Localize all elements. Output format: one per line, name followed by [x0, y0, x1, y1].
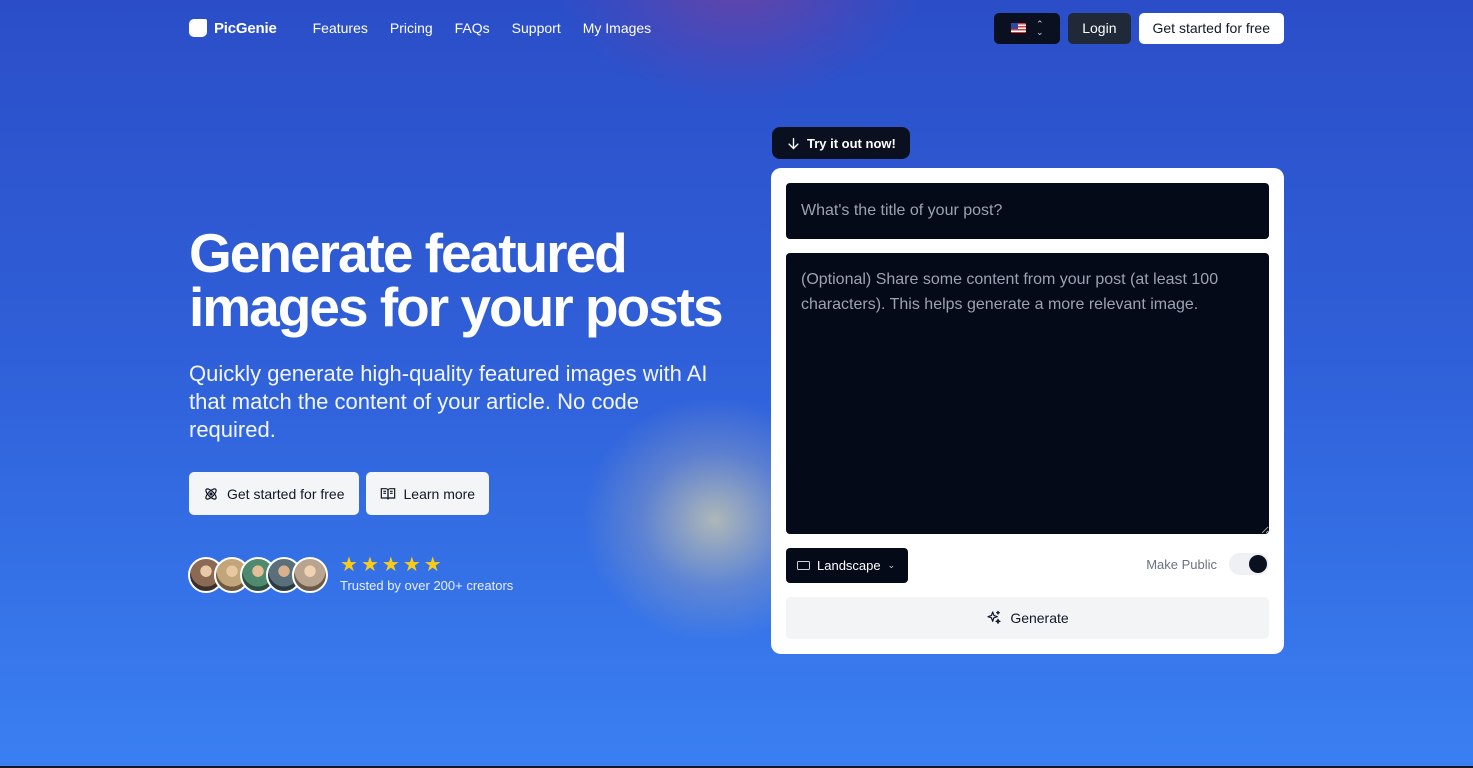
hero-title: Generate featured images for your posts: [189, 222, 724, 338]
chevron-up-down-icon: ⌃ ⌄: [1035, 19, 1044, 37]
make-public-toggle[interactable]: [1229, 553, 1269, 575]
nav-link-faqs[interactable]: FAQs: [455, 20, 490, 36]
logo-icon: [189, 19, 207, 37]
sparkles-icon: [987, 610, 1001, 624]
orientation-select[interactable]: Landscape ⌄: [786, 548, 908, 583]
us-flag-icon: [1010, 23, 1026, 33]
nav-links: Features Pricing FAQs Support My Images: [313, 20, 652, 36]
post-content-textarea[interactable]: [786, 253, 1269, 534]
nav-link-pricing[interactable]: Pricing: [390, 20, 433, 36]
hero-subtitle: Quickly generate high-quality featured i…: [189, 361, 708, 442]
star-icon: ★: [423, 554, 442, 576]
generate-button[interactable]: Generate: [786, 597, 1269, 639]
trusted-text: Trusted by over 200+ creators: [340, 578, 514, 593]
get-started-nav-button[interactable]: Get started for free: [1138, 12, 1284, 44]
try-it-label: Try it out now!: [807, 135, 896, 151]
learn-more-label: Learn more: [403, 485, 476, 502]
star-rating: ★ ★ ★ ★ ★: [340, 554, 513, 576]
landscape-icon: [797, 561, 810, 570]
arrow-down-icon: [788, 137, 799, 149]
get-started-button[interactable]: Get started for free: [189, 472, 359, 515]
try-it-pill: Try it out now!: [772, 127, 910, 159]
star-icon: ★: [360, 554, 379, 576]
login-button[interactable]: Login: [1068, 12, 1131, 44]
orientation-label: Landscape: [817, 558, 881, 573]
star-icon: ★: [381, 554, 400, 576]
make-public-label: Make Public: [1146, 556, 1217, 572]
rating: ★ ★ ★ ★ ★ Trusted by over 200+ creators: [340, 554, 514, 593]
nav-link-my-images[interactable]: My Images: [583, 20, 651, 36]
toggle-knob: [1249, 555, 1267, 573]
brand-name: PicGenie: [214, 19, 277, 37]
learn-more-button[interactable]: Learn more: [365, 472, 490, 515]
generate-label: Generate: [1010, 610, 1069, 626]
post-title-input[interactable]: [786, 183, 1269, 239]
make-public-control: Make Public: [1146, 553, 1269, 575]
atom-icon: [205, 487, 217, 500]
nav-link-support[interactable]: Support: [512, 20, 561, 36]
generator-card: Landscape ⌄ Make Public Generate: [771, 168, 1284, 654]
chevron-down-icon: ⌄: [887, 560, 896, 570]
star-icon: ★: [402, 554, 421, 576]
social-proof: ★ ★ ★ ★ ★ Trusted by over 200+ creators: [188, 554, 514, 593]
hero-buttons: Get started for free Learn more: [189, 472, 490, 515]
language-select[interactable]: ⌃ ⌄: [994, 12, 1061, 44]
avatar-group: [188, 556, 328, 593]
top-nav: PicGenie Features Pricing FAQs Support M…: [189, 12, 1284, 44]
brand[interactable]: PicGenie: [189, 19, 277, 37]
book-open-icon: [380, 487, 395, 499]
avatar: [292, 556, 328, 593]
star-icon: ★: [340, 554, 358, 576]
get-started-label: Get started for free: [227, 485, 345, 502]
nav-actions: ⌃ ⌄ Login Get started for free: [994, 12, 1284, 44]
nav-link-features[interactable]: Features: [313, 20, 368, 36]
